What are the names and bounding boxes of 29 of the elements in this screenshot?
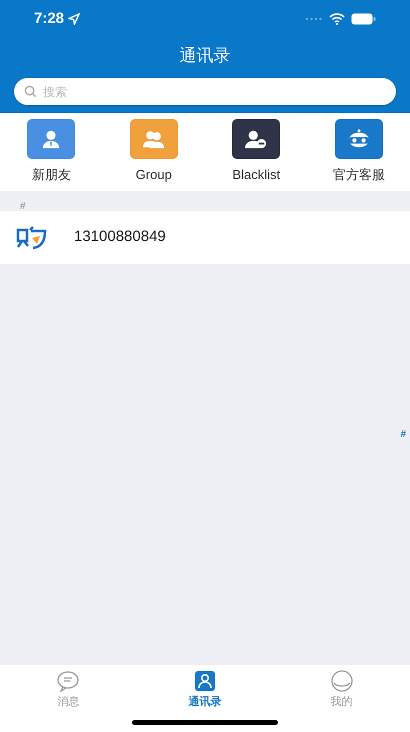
shortcut-tile[interactable] bbox=[130, 119, 178, 160]
status-time: 7:28 bbox=[34, 8, 64, 29]
shortcut-label: Blacklist bbox=[232, 166, 280, 184]
wifi-icon bbox=[329, 13, 345, 25]
tab-bar-item[interactable]: 消息 bbox=[0, 670, 137, 710]
search-icon bbox=[24, 85, 37, 98]
battery-icon bbox=[351, 13, 376, 25]
page-title: 通讯录 bbox=[180, 45, 230, 68]
contacts-icon bbox=[194, 670, 216, 692]
search-field[interactable]: 搜索 bbox=[14, 78, 396, 105]
avatar-logo-icon bbox=[16, 226, 48, 250]
section-header: # bbox=[20, 202, 26, 212]
tab-bar-item[interactable]: 我的 bbox=[273, 670, 410, 710]
tab-bar-item[interactable]: 通讯录 bbox=[136, 670, 274, 710]
shortcut-tile[interactable] bbox=[27, 119, 76, 160]
shortcut-label: Group bbox=[136, 166, 172, 184]
index-letter[interactable]: # bbox=[400, 430, 406, 440]
shortcut-label: 官方客服 bbox=[332, 166, 385, 184]
location-arrow-icon bbox=[68, 13, 80, 25]
face-icon bbox=[330, 670, 354, 692]
people-icon bbox=[142, 128, 166, 150]
shortcut-label: 新朋友 bbox=[32, 166, 71, 184]
signal-icon bbox=[305, 17, 323, 21]
person-remove-icon bbox=[244, 128, 268, 150]
shortcut-tile[interactable] bbox=[232, 119, 280, 160]
chat-bubble-icon bbox=[56, 670, 80, 692]
shortcut-tile[interactable] bbox=[334, 119, 383, 160]
contact-name: 13100880849 bbox=[74, 227, 166, 248]
contact-row[interactable]: 13100880849 bbox=[0, 211, 410, 264]
